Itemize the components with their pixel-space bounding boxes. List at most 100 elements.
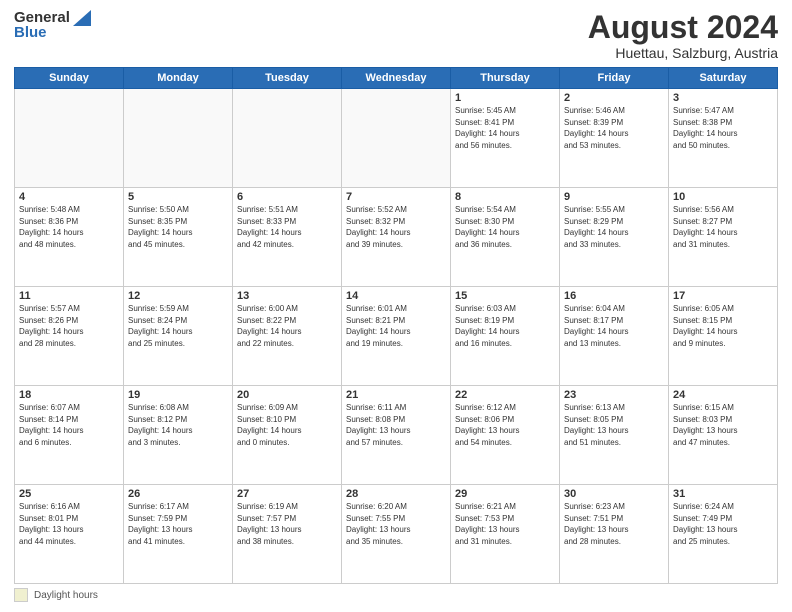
day-number: 23 <box>564 389 664 401</box>
day-number: 25 <box>19 488 119 500</box>
weekday-header-friday: Friday <box>560 68 669 89</box>
month-year-title: August 2024 <box>588 10 778 45</box>
calendar-cell: 3Sunrise: 5:47 AM Sunset: 8:38 PM Daylig… <box>669 89 778 188</box>
day-info: Sunrise: 5:47 AM Sunset: 8:38 PM Dayligh… <box>673 105 773 151</box>
day-info: Sunrise: 6:20 AM Sunset: 7:55 PM Dayligh… <box>346 501 446 547</box>
day-number: 16 <box>564 290 664 302</box>
calendar-cell: 24Sunrise: 6:15 AM Sunset: 8:03 PM Dayli… <box>669 386 778 485</box>
calendar-week-row: 4Sunrise: 5:48 AM Sunset: 8:36 PM Daylig… <box>15 188 778 287</box>
day-number: 19 <box>128 389 228 401</box>
day-info: Sunrise: 5:50 AM Sunset: 8:35 PM Dayligh… <box>128 204 228 250</box>
calendar-cell: 5Sunrise: 5:50 AM Sunset: 8:35 PM Daylig… <box>124 188 233 287</box>
day-info: Sunrise: 6:16 AM Sunset: 8:01 PM Dayligh… <box>19 501 119 547</box>
calendar-cell: 22Sunrise: 6:12 AM Sunset: 8:06 PM Dayli… <box>451 386 560 485</box>
calendar-cell: 19Sunrise: 6:08 AM Sunset: 8:12 PM Dayli… <box>124 386 233 485</box>
calendar-cell <box>15 89 124 188</box>
day-number: 1 <box>455 92 555 104</box>
day-info: Sunrise: 6:13 AM Sunset: 8:05 PM Dayligh… <box>564 402 664 448</box>
day-info: Sunrise: 5:59 AM Sunset: 8:24 PM Dayligh… <box>128 303 228 349</box>
day-info: Sunrise: 6:07 AM Sunset: 8:14 PM Dayligh… <box>19 402 119 448</box>
day-number: 7 <box>346 191 446 203</box>
footer: Daylight hours <box>14 588 778 602</box>
day-info: Sunrise: 6:17 AM Sunset: 7:59 PM Dayligh… <box>128 501 228 547</box>
day-info: Sunrise: 5:51 AM Sunset: 8:33 PM Dayligh… <box>237 204 337 250</box>
weekday-header-row: SundayMondayTuesdayWednesdayThursdayFrid… <box>15 68 778 89</box>
day-number: 9 <box>564 191 664 203</box>
day-number: 8 <box>455 191 555 203</box>
title-block: August 2024 Huettau, Salzburg, Austria <box>588 10 778 61</box>
header: General Blue August 2024 Huettau, Salzbu… <box>14 10 778 61</box>
day-number: 5 <box>128 191 228 203</box>
day-number: 20 <box>237 389 337 401</box>
day-number: 31 <box>673 488 773 500</box>
calendar-cell: 18Sunrise: 6:07 AM Sunset: 8:14 PM Dayli… <box>15 386 124 485</box>
weekday-header-thursday: Thursday <box>451 68 560 89</box>
calendar-week-row: 18Sunrise: 6:07 AM Sunset: 8:14 PM Dayli… <box>15 386 778 485</box>
day-number: 3 <box>673 92 773 104</box>
day-info: Sunrise: 6:05 AM Sunset: 8:15 PM Dayligh… <box>673 303 773 349</box>
day-number: 22 <box>455 389 555 401</box>
day-info: Sunrise: 6:04 AM Sunset: 8:17 PM Dayligh… <box>564 303 664 349</box>
calendar-cell: 6Sunrise: 5:51 AM Sunset: 8:33 PM Daylig… <box>233 188 342 287</box>
day-info: Sunrise: 6:03 AM Sunset: 8:19 PM Dayligh… <box>455 303 555 349</box>
calendar-cell: 9Sunrise: 5:55 AM Sunset: 8:29 PM Daylig… <box>560 188 669 287</box>
day-number: 11 <box>19 290 119 302</box>
day-info: Sunrise: 6:24 AM Sunset: 7:49 PM Dayligh… <box>673 501 773 547</box>
day-info: Sunrise: 6:00 AM Sunset: 8:22 PM Dayligh… <box>237 303 337 349</box>
day-info: Sunrise: 6:01 AM Sunset: 8:21 PM Dayligh… <box>346 303 446 349</box>
calendar-cell: 31Sunrise: 6:24 AM Sunset: 7:49 PM Dayli… <box>669 485 778 584</box>
calendar-cell <box>124 89 233 188</box>
day-number: 24 <box>673 389 773 401</box>
day-info: Sunrise: 5:55 AM Sunset: 8:29 PM Dayligh… <box>564 204 664 250</box>
calendar-cell: 17Sunrise: 6:05 AM Sunset: 8:15 PM Dayli… <box>669 287 778 386</box>
day-number: 27 <box>237 488 337 500</box>
calendar-week-row: 25Sunrise: 6:16 AM Sunset: 8:01 PM Dayli… <box>15 485 778 584</box>
calendar-cell: 10Sunrise: 5:56 AM Sunset: 8:27 PM Dayli… <box>669 188 778 287</box>
calendar-cell: 2Sunrise: 5:46 AM Sunset: 8:39 PM Daylig… <box>560 89 669 188</box>
day-number: 29 <box>455 488 555 500</box>
day-number: 26 <box>128 488 228 500</box>
day-info: Sunrise: 5:48 AM Sunset: 8:36 PM Dayligh… <box>19 204 119 250</box>
day-info: Sunrise: 6:19 AM Sunset: 7:57 PM Dayligh… <box>237 501 337 547</box>
day-info: Sunrise: 6:12 AM Sunset: 8:06 PM Dayligh… <box>455 402 555 448</box>
logo: General Blue <box>14 10 91 41</box>
weekday-header-sunday: Sunday <box>15 68 124 89</box>
calendar-cell: 28Sunrise: 6:20 AM Sunset: 7:55 PM Dayli… <box>342 485 451 584</box>
day-info: Sunrise: 6:23 AM Sunset: 7:51 PM Dayligh… <box>564 501 664 547</box>
calendar-cell: 30Sunrise: 6:23 AM Sunset: 7:51 PM Dayli… <box>560 485 669 584</box>
calendar-cell: 7Sunrise: 5:52 AM Sunset: 8:32 PM Daylig… <box>342 188 451 287</box>
day-info: Sunrise: 5:57 AM Sunset: 8:26 PM Dayligh… <box>19 303 119 349</box>
calendar-cell: 20Sunrise: 6:09 AM Sunset: 8:10 PM Dayli… <box>233 386 342 485</box>
day-number: 14 <box>346 290 446 302</box>
logo-blue-text: Blue <box>14 25 91 42</box>
day-number: 4 <box>19 191 119 203</box>
location-text: Huettau, Salzburg, Austria <box>588 45 778 61</box>
calendar-cell: 11Sunrise: 5:57 AM Sunset: 8:26 PM Dayli… <box>15 287 124 386</box>
calendar-cell <box>233 89 342 188</box>
day-number: 10 <box>673 191 773 203</box>
calendar-cell: 27Sunrise: 6:19 AM Sunset: 7:57 PM Dayli… <box>233 485 342 584</box>
calendar-cell: 14Sunrise: 6:01 AM Sunset: 8:21 PM Dayli… <box>342 287 451 386</box>
calendar-page: General Blue August 2024 Huettau, Salzbu… <box>0 0 792 612</box>
day-info: Sunrise: 6:09 AM Sunset: 8:10 PM Dayligh… <box>237 402 337 448</box>
daylight-label: Daylight hours <box>34 590 98 601</box>
calendar-cell: 16Sunrise: 6:04 AM Sunset: 8:17 PM Dayli… <box>560 287 669 386</box>
calendar-cell: 12Sunrise: 5:59 AM Sunset: 8:24 PM Dayli… <box>124 287 233 386</box>
day-info: Sunrise: 5:54 AM Sunset: 8:30 PM Dayligh… <box>455 204 555 250</box>
day-number: 28 <box>346 488 446 500</box>
calendar-cell: 4Sunrise: 5:48 AM Sunset: 8:36 PM Daylig… <box>15 188 124 287</box>
calendar-week-row: 11Sunrise: 5:57 AM Sunset: 8:26 PM Dayli… <box>15 287 778 386</box>
calendar-cell: 26Sunrise: 6:17 AM Sunset: 7:59 PM Dayli… <box>124 485 233 584</box>
calendar-cell: 13Sunrise: 6:00 AM Sunset: 8:22 PM Dayli… <box>233 287 342 386</box>
weekday-header-wednesday: Wednesday <box>342 68 451 89</box>
calendar-cell <box>342 89 451 188</box>
calendar-cell: 15Sunrise: 6:03 AM Sunset: 8:19 PM Dayli… <box>451 287 560 386</box>
day-info: Sunrise: 6:21 AM Sunset: 7:53 PM Dayligh… <box>455 501 555 547</box>
day-number: 18 <box>19 389 119 401</box>
daylight-legend-box <box>14 588 28 602</box>
calendar-cell: 25Sunrise: 6:16 AM Sunset: 8:01 PM Dayli… <box>15 485 124 584</box>
day-info: Sunrise: 6:11 AM Sunset: 8:08 PM Dayligh… <box>346 402 446 448</box>
calendar-cell: 8Sunrise: 5:54 AM Sunset: 8:30 PM Daylig… <box>451 188 560 287</box>
calendar-cell: 21Sunrise: 6:11 AM Sunset: 8:08 PM Dayli… <box>342 386 451 485</box>
day-number: 30 <box>564 488 664 500</box>
